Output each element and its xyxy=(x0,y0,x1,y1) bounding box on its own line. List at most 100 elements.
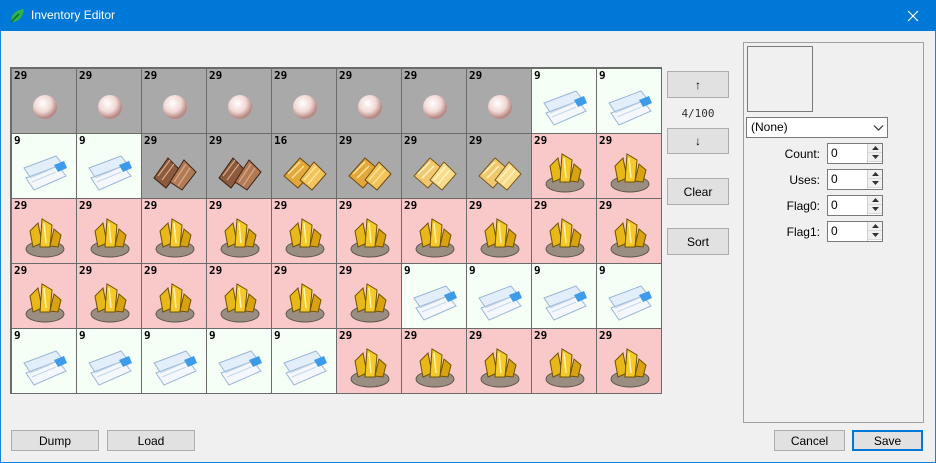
inventory-slot[interactable]: 29 xyxy=(337,329,401,393)
slot-count: 29 xyxy=(209,69,223,82)
inventory-slot[interactable]: 29 xyxy=(12,264,76,328)
close-button[interactable] xyxy=(890,0,936,31)
inventory-slot[interactable]: 29 xyxy=(532,134,596,198)
inventory-slot[interactable]: 29 xyxy=(532,199,596,263)
cancel-button[interactable]: Cancel xyxy=(774,430,845,451)
inventory-slot[interactable]: 9 xyxy=(12,134,76,198)
inventory-slot[interactable]: 29 xyxy=(272,69,336,133)
inventory-slot[interactable]: 9 xyxy=(402,264,466,328)
flag0-stepper[interactable]: 0 xyxy=(827,195,883,216)
inventory-slot[interactable]: 29 xyxy=(597,134,661,198)
inventory-slot[interactable]: 9 xyxy=(77,134,141,198)
slot-count: 9 xyxy=(14,329,21,342)
inventory-slot[interactable]: 29 xyxy=(402,134,466,198)
page-down-button[interactable]: ↓ xyxy=(667,128,729,154)
inventory-slot[interactable]: 29 xyxy=(207,199,271,263)
inventory-slot[interactable]: 29 xyxy=(207,264,271,328)
inventory-slot[interactable]: 29 xyxy=(142,69,206,133)
slot-count: 29 xyxy=(144,264,158,277)
inventory-slot[interactable]: 29 xyxy=(467,69,531,133)
inventory-slot[interactable]: 29 xyxy=(77,69,141,133)
slot-count: 29 xyxy=(144,199,158,212)
slot-count: 29 xyxy=(599,134,613,147)
close-icon xyxy=(907,10,919,21)
inventory-slot[interactable]: 29 xyxy=(12,69,76,133)
inventory-slot[interactable]: 9 xyxy=(532,69,596,133)
inventory-slot[interactable]: 9 xyxy=(597,264,661,328)
slot-count: 29 xyxy=(469,134,483,147)
decrement-icon[interactable] xyxy=(868,205,882,214)
slot-count: 29 xyxy=(79,199,93,212)
increment-icon[interactable] xyxy=(868,222,882,231)
decrement-icon[interactable] xyxy=(868,179,882,188)
decrement-icon[interactable] xyxy=(868,153,882,162)
slot-count: 29 xyxy=(404,329,418,342)
inventory-slot[interactable]: 29 xyxy=(77,199,141,263)
slot-count: 9 xyxy=(469,264,476,277)
inventory-slot[interactable]: 29 xyxy=(597,329,661,393)
inventory-slot[interactable]: 29 xyxy=(12,199,76,263)
count-stepper[interactable]: 0 xyxy=(827,143,883,164)
inventory-slot[interactable]: 9 xyxy=(532,264,596,328)
inventory-slot[interactable]: 29 xyxy=(337,199,401,263)
inventory-slot[interactable]: 29 xyxy=(207,134,271,198)
slot-count: 29 xyxy=(79,69,93,82)
clear-button[interactable]: Clear xyxy=(667,178,729,205)
page-indicator: 4/100 xyxy=(681,107,715,120)
increment-icon[interactable] xyxy=(868,170,882,179)
inventory-slot[interactable]: 9 xyxy=(142,329,206,393)
page-up-button[interactable]: ↑ xyxy=(667,71,729,98)
inventory-slot[interactable]: 9 xyxy=(77,329,141,393)
slot-count: 29 xyxy=(339,329,353,342)
inventory-slot[interactable]: 29 xyxy=(207,69,271,133)
inventory-grid: 29 29 29 29 29 29 29 29 9 9 9 9 29 29 16 29 29 29 29 29 29 29… xyxy=(10,67,662,394)
inventory-slot[interactable]: 9 xyxy=(272,329,336,393)
inventory-slot[interactable]: 29 xyxy=(402,199,466,263)
save-button[interactable]: Save xyxy=(852,430,923,451)
increment-icon[interactable] xyxy=(868,196,882,205)
increment-icon[interactable] xyxy=(868,144,882,153)
decrement-icon[interactable] xyxy=(868,231,882,240)
dump-button[interactable]: Dump xyxy=(11,430,99,451)
slot-count: 29 xyxy=(274,199,288,212)
slot-count: 29 xyxy=(599,329,613,342)
slot-count: 29 xyxy=(404,199,418,212)
flag1-label: Flag1: xyxy=(786,225,820,239)
slot-count: 9 xyxy=(79,134,86,147)
item-select[interactable]: (None) xyxy=(746,117,888,138)
slot-count: 29 xyxy=(14,264,28,277)
inventory-slot[interactable]: 9 xyxy=(12,329,76,393)
inventory-slot[interactable]: 29 xyxy=(142,134,206,198)
slot-count: 9 xyxy=(274,329,281,342)
inventory-slot[interactable]: 29 xyxy=(532,329,596,393)
inventory-slot[interactable]: 29 xyxy=(402,329,466,393)
slot-count: 29 xyxy=(209,134,223,147)
load-button[interactable]: Load xyxy=(107,430,195,451)
sort-button[interactable]: Sort xyxy=(667,228,729,255)
flag1-stepper[interactable]: 0 xyxy=(827,221,883,242)
inventory-slot[interactable]: 16 xyxy=(272,134,336,198)
uses-stepper[interactable]: 0 xyxy=(827,169,883,190)
inventory-slot[interactable]: 29 xyxy=(467,134,531,198)
inventory-slot[interactable]: 29 xyxy=(337,134,401,198)
inventory-slot[interactable]: 9 xyxy=(207,329,271,393)
inventory-slot[interactable]: 9 xyxy=(467,264,531,328)
slot-count: 29 xyxy=(534,199,548,212)
inventory-slot[interactable]: 29 xyxy=(337,264,401,328)
slot-count: 9 xyxy=(599,69,606,82)
inventory-slot[interactable]: 29 xyxy=(142,199,206,263)
inventory-slot[interactable]: 29 xyxy=(337,69,401,133)
window-title: Inventory Editor xyxy=(31,8,116,22)
leaf-app-icon xyxy=(10,9,24,23)
inventory-slot[interactable]: 29 xyxy=(402,69,466,133)
inventory-slot[interactable]: 29 xyxy=(142,264,206,328)
inventory-slot[interactable]: 9 xyxy=(597,69,661,133)
slot-count: 29 xyxy=(339,199,353,212)
slot-count: 29 xyxy=(209,264,223,277)
inventory-slot[interactable]: 29 xyxy=(467,199,531,263)
inventory-slot[interactable]: 29 xyxy=(272,199,336,263)
inventory-slot[interactable]: 29 xyxy=(272,264,336,328)
inventory-slot[interactable]: 29 xyxy=(467,329,531,393)
inventory-slot[interactable]: 29 xyxy=(597,199,661,263)
inventory-slot[interactable]: 29 xyxy=(77,264,141,328)
